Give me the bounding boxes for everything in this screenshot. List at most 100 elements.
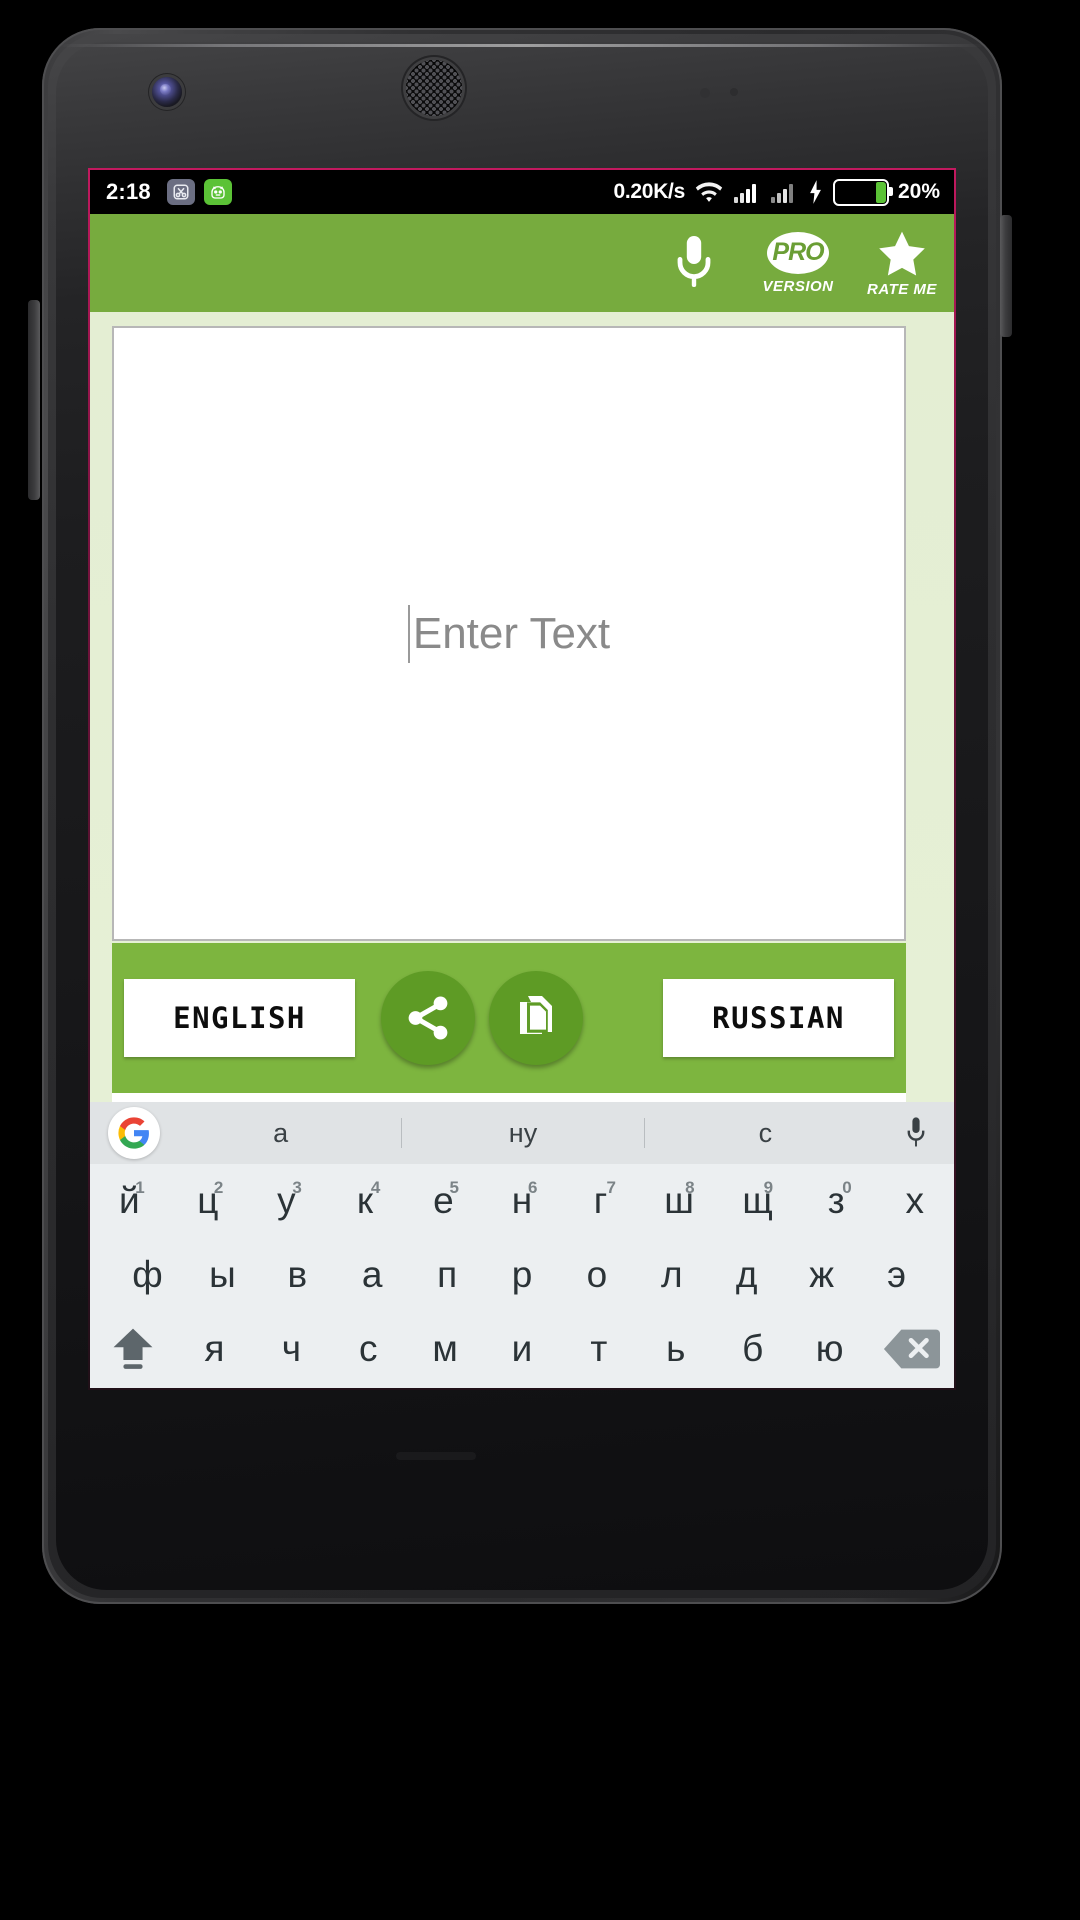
rate-me-label: RATE ME [867,280,937,298]
key-10[interactable]: х [875,1180,954,1222]
suggestion-item[interactable]: с [645,1118,886,1149]
target-language-button[interactable]: RUSSIAN [663,979,894,1057]
earpiece-speaker [406,60,462,116]
key-6[interactable]: 7г [561,1178,640,1222]
key-l[interactable]: л [634,1254,709,1296]
battery-fill [875,181,886,203]
key-d[interactable]: д [709,1254,784,1296]
key-ya[interactable]: я [176,1328,253,1370]
status-system-icons: 0.20K/s 20% [613,178,940,206]
keyboard-row-2: ф ы в а п р о л д ж э [90,1238,954,1312]
key-b[interactable]: б [714,1328,791,1370]
bezel-highlight [58,44,986,47]
key-num-4: 5 [449,1178,459,1197]
app-content: Enter Text ENGLISH RUSSIAN [90,312,954,1105]
key-num-8: 9 [763,1178,774,1197]
copy-button[interactable] [489,971,583,1065]
key-label-6: г [593,1180,608,1221]
soft-keyboard: а ну с 1й 2ц 3у 4к 5е 6н 7 г 8 ш 9 щ 0 з… [90,1102,954,1388]
key-a[interactable]: а [335,1254,410,1296]
bottom-speaker [396,1452,476,1460]
key-8[interactable]: 9щ [718,1178,797,1222]
copy-icon [520,996,552,1034]
key-num-5: 6 [528,1178,538,1197]
key-t[interactable]: т [560,1328,637,1370]
network-speed: 0.20K/s [613,180,686,203]
volume-button[interactable] [28,300,40,500]
google-g-icon[interactable] [108,1107,160,1159]
backspace-icon [883,1329,941,1369]
key-9[interactable]: 0з [797,1178,876,1222]
key-r[interactable]: р [485,1254,560,1296]
shift-key[interactable] [90,1326,176,1372]
rate-me-button[interactable]: RATE ME [850,214,954,312]
key-0[interactable]: 1й [90,1178,169,1222]
keyboard-row-1: 1й 2ц 3у 4к 5е 6н 7г 8ш 9щ 0з х [90,1164,954,1238]
key-zh[interactable]: ж [784,1254,859,1296]
key-num-3: 4 [370,1178,381,1197]
voice-input-button[interactable] [642,214,746,312]
key-num-7: 8 [685,1178,695,1197]
signal-2-icon [770,184,793,203]
keyboard-row-3: я ч с м и т ь б ю [90,1312,954,1386]
key-p[interactable]: п [410,1254,485,1296]
key-5[interactable]: 6н [483,1178,562,1222]
power-button[interactable] [1000,215,1012,337]
app-bar: PRO VERSION RATE ME [90,214,954,312]
key-4[interactable]: 5е [404,1178,483,1222]
star-icon [879,231,925,276]
key-s[interactable]: с [330,1328,407,1370]
language-selector-bar: ENGLISH RUSSIAN [112,943,906,1093]
pro-badge: PRO [767,231,829,274]
microphone-icon [907,1117,925,1147]
phone-screen: 2:18 0.20K/s 20% PRO VERSION RATE ME Ent… [90,170,954,1388]
key-num-9: 0 [842,1178,852,1197]
suggestion-item[interactable]: ну [402,1118,643,1149]
share-button[interactable] [381,971,475,1065]
source-language-label: ENGLISH [173,1001,306,1035]
key-num-6: 7 [606,1178,617,1197]
enter-text-placeholder: Enter Text [114,328,904,939]
keyboard-row-4: ?123 , Русс [90,1386,954,1388]
key-ch[interactable]: ч [253,1328,330,1370]
key-e[interactable]: э [859,1254,934,1296]
pro-version-label: VERSION [762,277,834,295]
key-2[interactable]: 3у [247,1178,326,1222]
scissors-app-icon [166,179,195,205]
suggestion-item[interactable]: а [160,1118,401,1149]
target-language-label: RUSSIAN [712,1001,845,1035]
share-icon [408,996,448,1040]
key-m[interactable]: м [407,1328,484,1370]
key-soft[interactable]: ь [637,1328,714,1370]
text-input-card[interactable]: Enter Text [112,326,906,941]
battery-percent: 20% [897,180,940,203]
source-language-button[interactable]: ENGLISH [124,979,355,1057]
key-o[interactable]: о [559,1254,634,1296]
light-sensor [730,88,738,96]
key-7[interactable]: 8ш [640,1178,719,1222]
key-f[interactable]: ф [110,1254,185,1296]
monster-app-icon [203,179,232,205]
backspace-key[interactable] [868,1327,954,1371]
key-num-2: 3 [292,1178,302,1197]
keyboard-voice-button[interactable] [886,1115,946,1151]
signal-1-icon [733,184,756,203]
key-num-0: 1 [135,1178,145,1197]
key-v[interactable]: в [260,1254,335,1296]
charging-bolt-icon [810,180,821,204]
text-cursor [407,604,410,663]
key-yu[interactable]: ю [791,1328,868,1370]
key-3[interactable]: 4к [326,1178,405,1222]
suggestion-strip: а ну с [90,1102,954,1164]
front-camera [152,77,182,107]
status-time: 2:18 [106,179,151,204]
phone-device: 2:18 0.20K/s 20% PRO VERSION RATE ME Ent… [0,0,1080,1920]
wifi-icon [695,182,723,202]
key-i[interactable]: и [484,1328,561,1370]
key-y[interactable]: ы [185,1254,260,1296]
key-num-1: 2 [213,1178,224,1197]
status-bar: 2:18 0.20K/s 20% [90,170,954,214]
pro-version-button[interactable]: PRO VERSION [746,214,850,312]
shift-icon [113,1328,153,1369]
key-1[interactable]: 2ц [169,1178,248,1222]
